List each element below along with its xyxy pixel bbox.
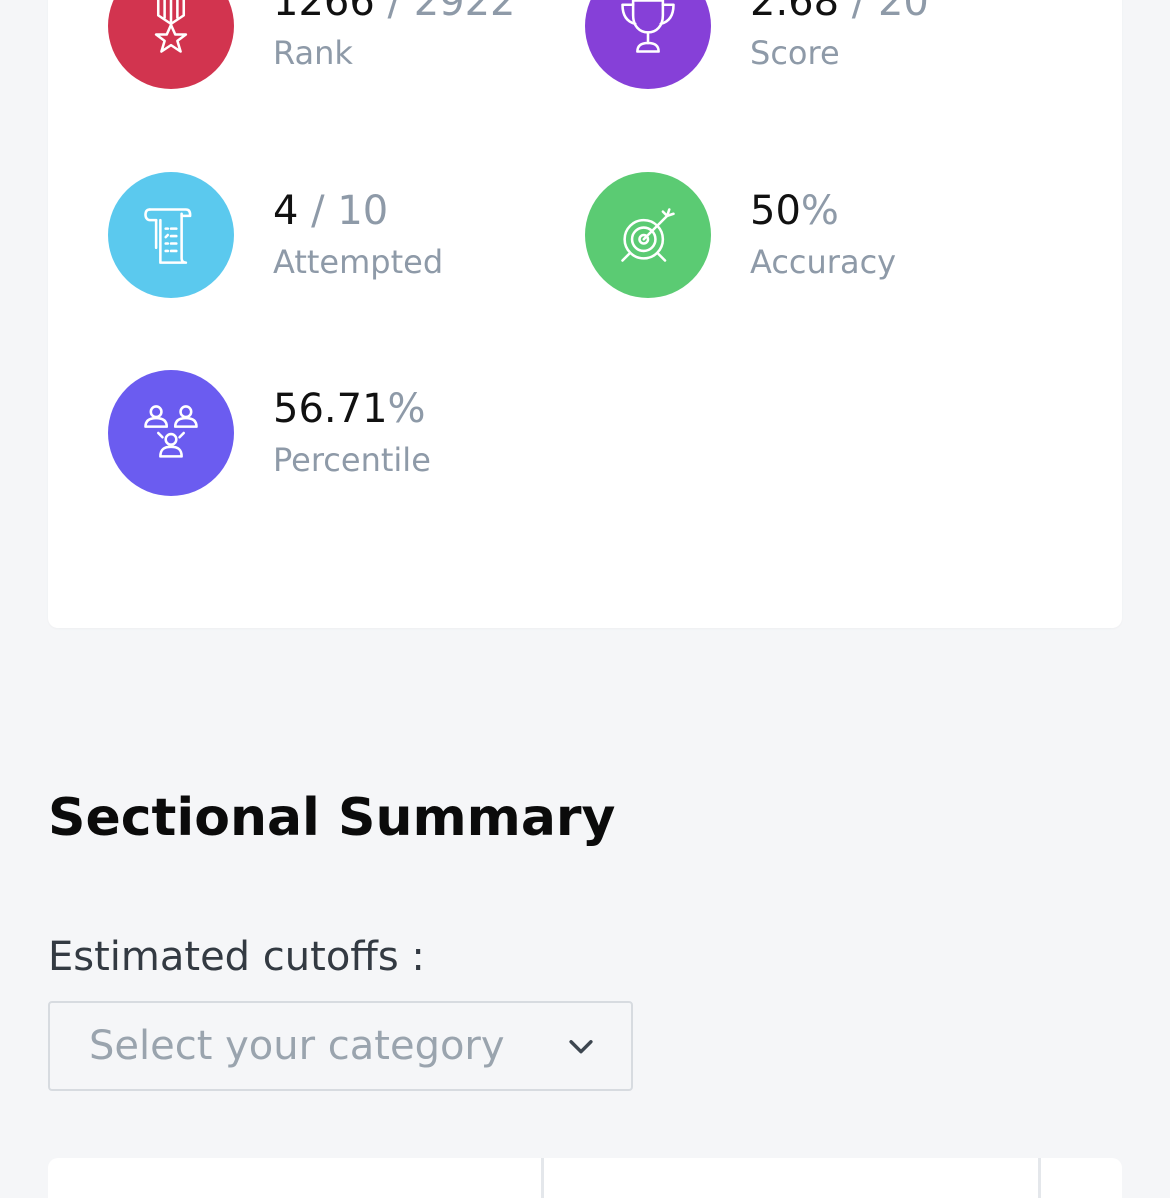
- sectional-summary-table: [48, 1158, 1122, 1198]
- stat-percentile: 56.71% Percentile: [108, 370, 431, 496]
- estimated-cutoffs-label: Estimated cutoffs :: [48, 934, 425, 980]
- medal-icon: [108, 0, 234, 89]
- stat-score: 2.68 / 20 Score: [585, 0, 929, 89]
- category-select-placeholder: Select your category: [89, 1023, 505, 1069]
- chevron-down-icon: [569, 1040, 593, 1054]
- target-icon: [585, 172, 711, 298]
- stat-rank: 1266 / 2922 Rank: [108, 0, 516, 89]
- stat-accuracy: 50% Accuracy: [585, 172, 896, 298]
- table-column-divider: [1038, 1158, 1041, 1198]
- group-icon: [108, 370, 234, 496]
- stat-attempted: 4 / 10 Attempted: [108, 172, 443, 298]
- trophy-icon: [585, 0, 711, 89]
- table-column-divider: [541, 1158, 544, 1198]
- overall-stats-card: 1266 / 2922 Rank 2.68 / 20 Score 4 / 10 …: [48, 0, 1122, 628]
- scroll-list-icon: [108, 172, 234, 298]
- section-title: Sectional Summary: [48, 788, 616, 848]
- category-select[interactable]: Select your category: [48, 1001, 633, 1091]
